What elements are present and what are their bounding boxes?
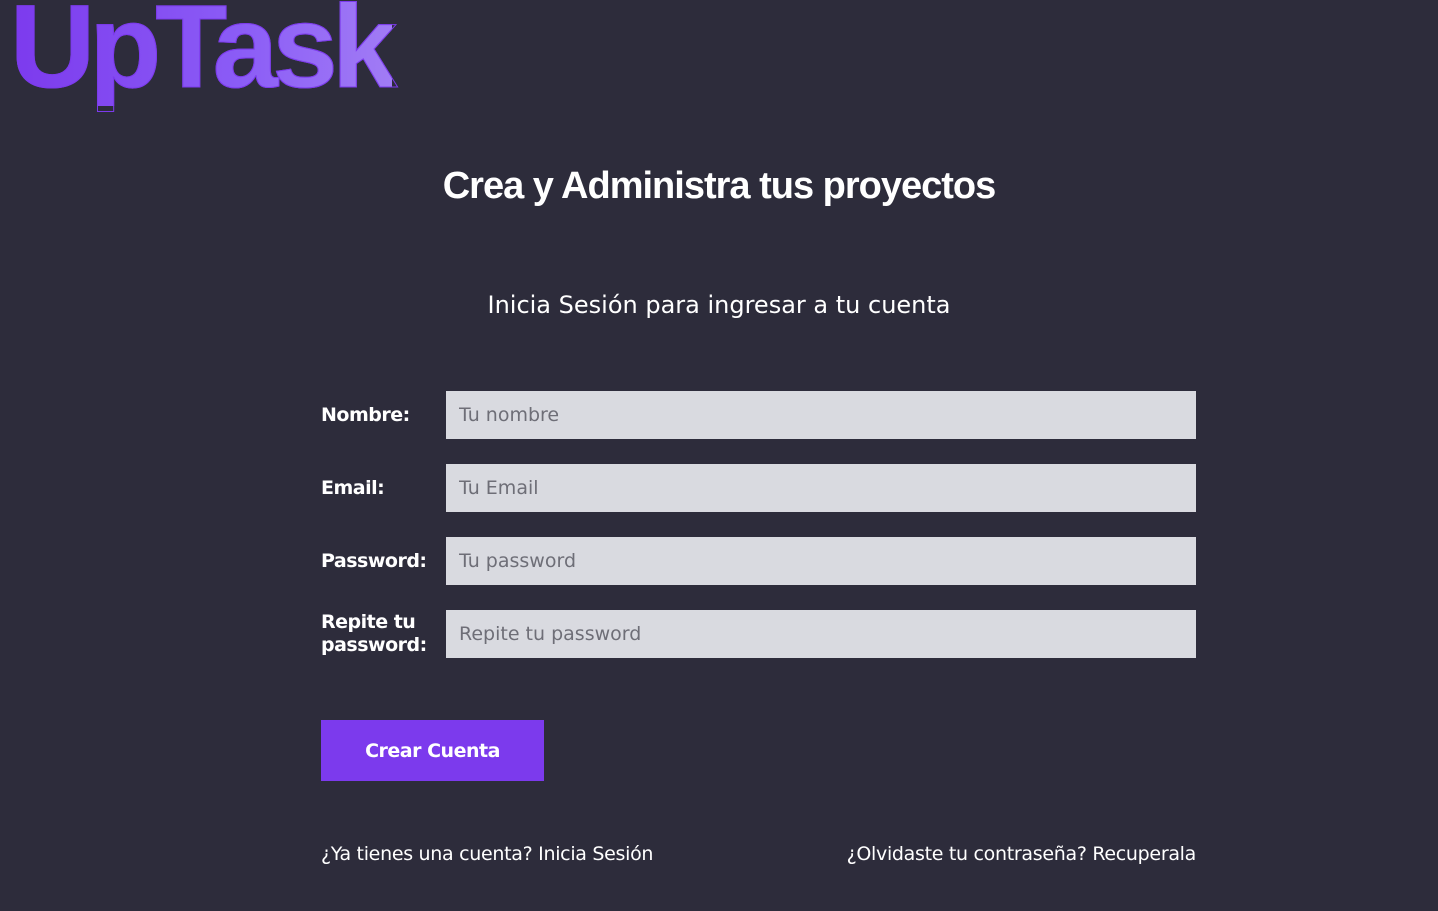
email-input[interactable]	[446, 464, 1196, 512]
page-tagline: Crea y Administra tus proyectos	[442, 165, 997, 207]
page-subtitle: Inicia Sesión para ingresar a tu cuenta	[487, 291, 951, 319]
login-link[interactable]: ¿Ya tienes una cuenta? Inicia Sesión	[321, 840, 653, 868]
password-repeat-label: Repite tu password:	[321, 611, 427, 656]
nombre-input[interactable]	[446, 391, 1196, 439]
auth-links: ¿Ya tienes una cuenta? Inicia Sesión ¿Ol…	[321, 840, 1196, 868]
nombre-label: Nombre:	[321, 403, 410, 426]
create-account-button[interactable]: Crear Cuenta	[321, 720, 544, 781]
page: UpTask Crea y Administra tus proyectos I…	[0, 0, 1438, 911]
register-form: Nombre: Email: Password: Repite tu passw…	[321, 391, 1196, 683]
field-password-repeat: Repite tu password:	[321, 610, 1196, 658]
password-label: Password:	[321, 549, 427, 572]
field-nombre: Nombre:	[321, 391, 1196, 439]
uptask-logo: UpTask	[10, 0, 398, 107]
email-label: Email:	[321, 476, 385, 499]
recover-password-link[interactable]: ¿Olvidaste tu contraseña? Recuperala	[847, 840, 1197, 868]
password-input[interactable]	[446, 537, 1196, 585]
password-repeat-input[interactable]	[446, 610, 1196, 658]
field-password: Password:	[321, 537, 1196, 585]
field-email: Email:	[321, 464, 1196, 512]
